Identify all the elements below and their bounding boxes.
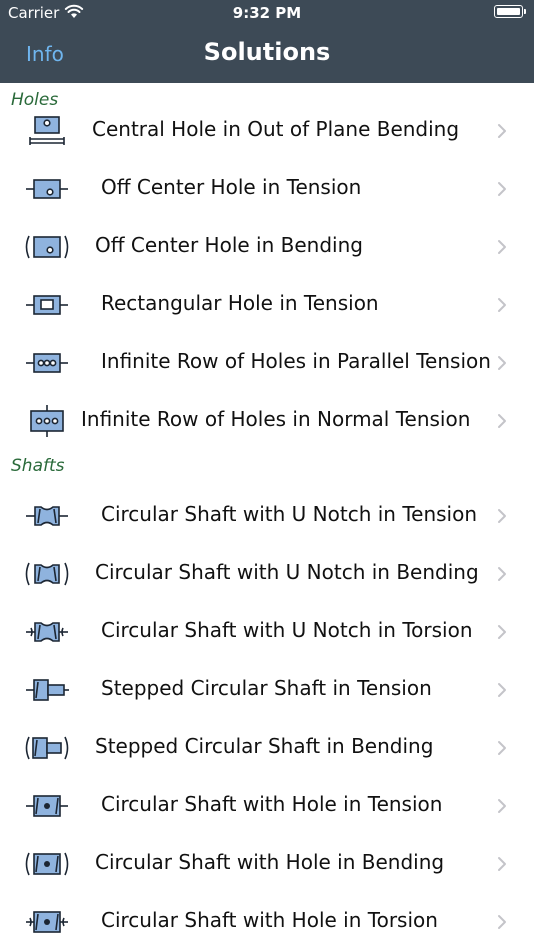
page-title: Solutions xyxy=(203,38,331,66)
solution-label: Rectangular Hole in Tension xyxy=(101,291,379,315)
shaft-u-notch-torsion-icon xyxy=(22,616,72,648)
solution-label: Circular Shaft with Hole in Bending xyxy=(95,850,445,874)
shaft-u-notch-tension-icon xyxy=(22,500,72,532)
solution-label: Circular Shaft with Hole in Torsion xyxy=(101,908,438,932)
central-hole-bending-icon xyxy=(22,115,72,147)
solution-label: Infinite Row of Holes in Normal Tension xyxy=(81,407,471,431)
battery-nub xyxy=(524,9,526,14)
chevron-right-icon xyxy=(497,181,507,197)
row-holes-normal-tension-icon xyxy=(22,405,72,437)
solution-label: Circular Shaft with U Notch in Torsion xyxy=(101,618,473,642)
shaft-u-notch-bending-icon xyxy=(22,558,72,590)
solution-row[interactable]: Circular Shaft with U Notch in Tension xyxy=(0,487,534,545)
solution-row[interactable]: Circular Shaft with Hole in Bending xyxy=(0,835,534,893)
section-header-shafts: Shafts xyxy=(11,456,65,476)
solution-row[interactable]: Infinite Row of Holes in Parallel Tensio… xyxy=(0,334,534,392)
chevron-right-icon xyxy=(497,740,507,756)
off-center-hole-bending-icon xyxy=(22,231,72,263)
solution-row[interactable]: Circular Shaft with Hole in Torsion xyxy=(0,893,534,951)
solution-row[interactable]: Circular Shaft with Hole in Tension xyxy=(0,777,534,835)
solution-row[interactable]: Central Hole in Out of Plane Bending xyxy=(0,102,534,160)
solution-label: Stepped Circular Shaft in Bending xyxy=(95,734,434,758)
chevron-right-icon xyxy=(497,355,507,371)
chevron-right-icon xyxy=(497,413,507,429)
chevron-right-icon xyxy=(497,297,507,313)
chevron-right-icon xyxy=(497,798,507,814)
row-holes-parallel-tension-icon xyxy=(22,347,72,379)
solution-label: Circular Shaft with Hole in Tension xyxy=(101,792,443,816)
solution-row[interactable]: Circular Shaft with U Notch in Bending xyxy=(0,545,534,603)
solution-row[interactable]: Off Center Hole in Bending xyxy=(0,218,534,276)
navigation-bar: Carrier 9:32 PM Info Solutions xyxy=(0,0,534,83)
chevron-right-icon xyxy=(497,914,507,930)
solution-label: Stepped Circular Shaft in Tension xyxy=(101,676,432,700)
shaft-hole-tension-icon xyxy=(22,790,72,822)
solution-label: Circular Shaft with U Notch in Tension xyxy=(101,502,478,526)
chevron-right-icon xyxy=(497,856,507,872)
stepped-shaft-tension-icon xyxy=(22,674,72,706)
solution-label: Central Hole in Out of Plane Bending xyxy=(92,117,460,141)
chevron-right-icon xyxy=(497,682,507,698)
rectangular-hole-tension-icon xyxy=(22,289,72,321)
solution-label: Circular Shaft with U Notch in Bending xyxy=(95,560,479,584)
solution-row[interactable]: Stepped Circular Shaft in Tension xyxy=(0,661,534,719)
chevron-right-icon xyxy=(497,239,507,255)
solution-label: Off Center Hole in Tension xyxy=(101,175,362,199)
shaft-hole-bending-icon xyxy=(22,848,72,880)
solution-row[interactable]: Off Center Hole in Tension xyxy=(0,160,534,218)
solution-row[interactable]: Circular Shaft with U Notch in Torsion xyxy=(0,603,534,661)
off-center-hole-tension-icon xyxy=(22,173,72,205)
chevron-right-icon xyxy=(497,508,507,524)
chevron-right-icon xyxy=(497,566,507,582)
stepped-shaft-bending-icon xyxy=(22,732,72,764)
solution-row[interactable]: Infinite Row of Holes in Normal Tension xyxy=(0,392,534,450)
solution-row[interactable]: Rectangular Hole in Tension xyxy=(0,276,534,334)
solution-label: Off Center Hole in Bending xyxy=(95,233,363,257)
solution-label: Infinite Row of Holes in Parallel Tensio… xyxy=(101,349,491,373)
shaft-hole-torsion-icon xyxy=(22,906,72,938)
chevron-right-icon xyxy=(497,624,507,640)
solution-row[interactable]: Stepped Circular Shaft in Bending xyxy=(0,719,534,777)
status-time: 9:32 PM xyxy=(232,4,302,22)
chevron-right-icon xyxy=(497,123,507,139)
battery-icon xyxy=(494,5,523,18)
